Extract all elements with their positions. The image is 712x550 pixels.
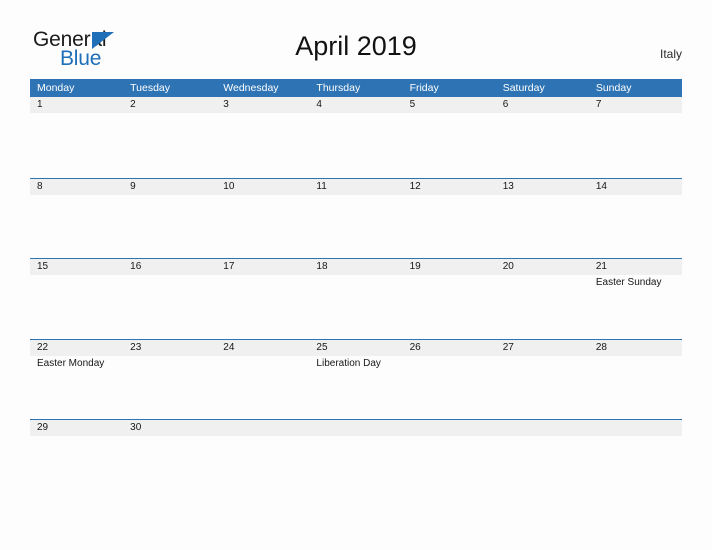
- day-note: [496, 356, 589, 419]
- country-label: Italy: [659, 47, 682, 61]
- day-note: [496, 436, 589, 499]
- day-note: [309, 436, 402, 499]
- day-number[interactable]: 7: [589, 97, 682, 113]
- day-note: [309, 195, 402, 258]
- day-number[interactable]: 14: [589, 179, 682, 195]
- day-number[interactable]: 12: [403, 179, 496, 195]
- day-note: [216, 436, 309, 499]
- day-number[interactable]: 10: [216, 179, 309, 195]
- weekday-wednesday: Wednesday: [223, 82, 279, 94]
- day-note: [403, 356, 496, 419]
- day-number[interactable]: 25: [309, 340, 402, 356]
- week-content-band: [30, 113, 682, 176]
- day-note: [123, 436, 216, 499]
- week-date-band: 22 23 24 25 26 27 28: [30, 339, 682, 356]
- weekday-friday: Friday: [409, 82, 439, 94]
- day-number[interactable]: 27: [496, 340, 589, 356]
- day-note: [123, 275, 216, 338]
- day-number-empty: [496, 420, 589, 436]
- day-number[interactable]: 29: [30, 420, 123, 436]
- week-content-band: Easter Monday Liberation Day: [30, 355, 682, 419]
- day-note-easter-sunday: Easter Sunday: [595, 277, 662, 288]
- week-date-band: 29 30: [30, 420, 682, 436]
- day-note: [30, 436, 123, 499]
- week-row: 22 23 24 25 26 27 28 Easter Monday Liber…: [30, 338, 682, 420]
- day-note: [496, 275, 589, 338]
- week-row: 1 2 3 4 5 6 7: [30, 97, 682, 178]
- week-date-band: 8 9 10 11 12 13 14: [30, 178, 682, 195]
- day-note: [123, 195, 216, 258]
- day-note: [589, 356, 682, 419]
- day-note: [496, 195, 589, 258]
- day-number[interactable]: 22: [30, 340, 123, 356]
- day-number-empty: [403, 420, 496, 436]
- day-number[interactable]: 11: [309, 179, 402, 195]
- day-note: [309, 275, 402, 338]
- day-note: [403, 275, 496, 338]
- day-number-empty: [309, 420, 402, 436]
- day-note: [30, 275, 123, 338]
- week-row: 8 9 10 11 12 13 14: [30, 177, 682, 259]
- day-note: [216, 113, 309, 176]
- day-number[interactable]: 3: [216, 97, 309, 113]
- day-number[interactable]: 9: [123, 179, 216, 195]
- day-number[interactable]: 8: [30, 179, 123, 195]
- day-note: [589, 113, 682, 176]
- day-number[interactable]: 13: [496, 179, 589, 195]
- week-content-band: [30, 194, 682, 258]
- weekday-tuesday: Tuesday: [130, 82, 171, 94]
- day-note-easter-monday: Easter Monday: [37, 357, 105, 369]
- day-number[interactable]: 5: [403, 97, 496, 113]
- day-number[interactable]: 6: [496, 97, 589, 113]
- day-note: [496, 113, 589, 176]
- calendar-page: General Blue April 2019 Italy Monday Tue…: [0, 0, 712, 550]
- day-number[interactable]: 2: [123, 97, 216, 113]
- day-note: [589, 195, 682, 258]
- day-number[interactable]: 23: [123, 340, 216, 356]
- day-note: [216, 195, 309, 258]
- day-note: [309, 113, 402, 176]
- week-row: 15 16 17 18 19 20 21 Easter Sunday: [30, 258, 682, 339]
- day-number[interactable]: 19: [403, 259, 496, 275]
- day-note: [403, 436, 496, 499]
- page-header: General Blue April 2019 Italy: [0, 0, 712, 79]
- calendar-grid: Monday Tuesday Wednesday Thursday Friday…: [30, 79, 682, 500]
- week-content-band: Easter Sunday: [30, 275, 682, 338]
- day-number[interactable]: 4: [309, 97, 402, 113]
- week-date-band: 15 16 17 18 19 20 21: [30, 259, 682, 275]
- day-number[interactable]: 16: [123, 259, 216, 275]
- day-number[interactable]: 21: [589, 259, 682, 275]
- day-note: [589, 436, 682, 499]
- day-number[interactable]: 26: [403, 340, 496, 356]
- week-date-band: 1 2 3 4 5 6 7: [30, 97, 682, 113]
- day-note: [123, 356, 216, 419]
- day-note: [403, 113, 496, 176]
- day-number[interactable]: 1: [30, 97, 123, 113]
- day-number[interactable]: 30: [123, 420, 216, 436]
- day-note: [30, 113, 123, 176]
- week-content-band: [30, 436, 682, 499]
- day-note: [216, 275, 309, 338]
- weekday-thursday: Thursday: [316, 82, 361, 94]
- day-number[interactable]: 18: [309, 259, 402, 275]
- day-number[interactable]: 15: [30, 259, 123, 275]
- day-number-empty: [216, 420, 309, 436]
- day-number[interactable]: 20: [496, 259, 589, 275]
- day-note: [403, 195, 496, 258]
- page-title: April 2019: [295, 31, 417, 61]
- day-number[interactable]: 28: [589, 340, 682, 356]
- day-note: [30, 195, 123, 258]
- day-number-empty: [589, 420, 682, 436]
- day-note: [216, 356, 309, 419]
- weekday-sunday: Sunday: [595, 82, 632, 94]
- day-number[interactable]: 24: [216, 340, 309, 356]
- day-note: [123, 113, 216, 176]
- weekday-header-row: Monday Tuesday Wednesday Thursday Friday…: [30, 79, 682, 97]
- day-number[interactable]: 17: [216, 259, 309, 275]
- weekday-saturday: Saturday: [502, 82, 545, 94]
- day-note-liberation-day: Liberation Day: [316, 357, 381, 369]
- week-row: 29 30: [30, 419, 682, 500]
- weekday-monday: Monday: [37, 82, 75, 94]
